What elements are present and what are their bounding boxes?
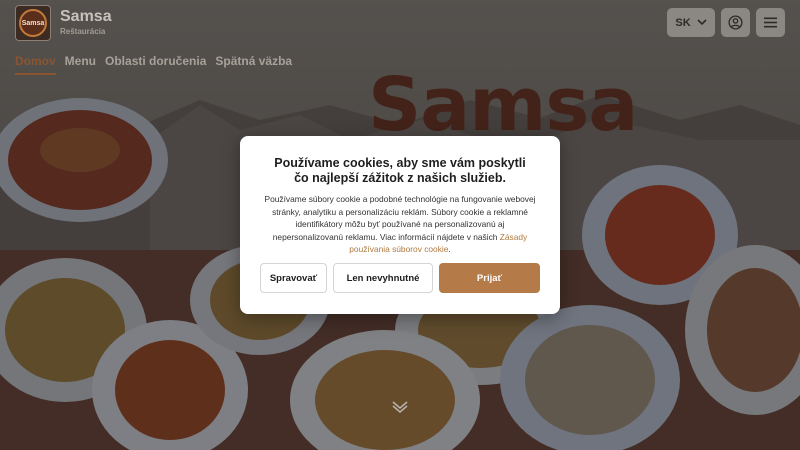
brand-subtitle: Reštaurácia bbox=[60, 27, 106, 36]
logo-mark: Samsa bbox=[19, 9, 47, 37]
cookie-dialog-title: Používame cookies, aby sme vám poskytli … bbox=[274, 156, 526, 185]
site-header: Samsa Samsa Reštaurácia Domov Menu Oblas… bbox=[0, 0, 800, 78]
account-icon bbox=[728, 15, 743, 30]
nav-item-feedback[interactable]: Spätná väzba bbox=[215, 54, 292, 75]
language-selector[interactable]: SK bbox=[667, 8, 715, 37]
language-code: SK bbox=[675, 16, 691, 29]
cookie-consent-dialog: Používame cookies, aby sme vám poskytli … bbox=[240, 136, 560, 314]
cookie-dialog-text: Používame súbory cookie a podobné techno… bbox=[260, 193, 540, 256]
accept-cookies-button[interactable]: Prijať bbox=[439, 263, 540, 293]
menu-button[interactable] bbox=[756, 8, 785, 37]
nav-item-menu[interactable]: Menu bbox=[65, 54, 96, 75]
hamburger-menu-icon bbox=[764, 17, 777, 28]
main-nav: Domov Menu Oblasti doručenia Spätná väzb… bbox=[15, 54, 292, 75]
account-button[interactable] bbox=[721, 8, 750, 37]
chevron-down-icon bbox=[697, 19, 707, 26]
necessary-only-button[interactable]: Len nevyhnutné bbox=[333, 263, 433, 293]
nav-item-delivery-areas[interactable]: Oblasti doručenia bbox=[105, 54, 206, 75]
scroll-down-icon[interactable] bbox=[391, 400, 409, 414]
logo[interactable]: Samsa bbox=[15, 5, 51, 41]
cookie-dialog-body-end: . bbox=[448, 244, 451, 255]
cookie-dialog-body: Používame súbory cookie a podobné techno… bbox=[264, 194, 536, 242]
nav-item-home[interactable]: Domov bbox=[15, 54, 56, 75]
cookie-dialog-actions: Spravovať Len nevyhnutné Prijať bbox=[260, 263, 540, 293]
brand-name[interactable]: Samsa bbox=[60, 8, 112, 26]
manage-cookies-button[interactable]: Spravovať bbox=[260, 263, 327, 293]
